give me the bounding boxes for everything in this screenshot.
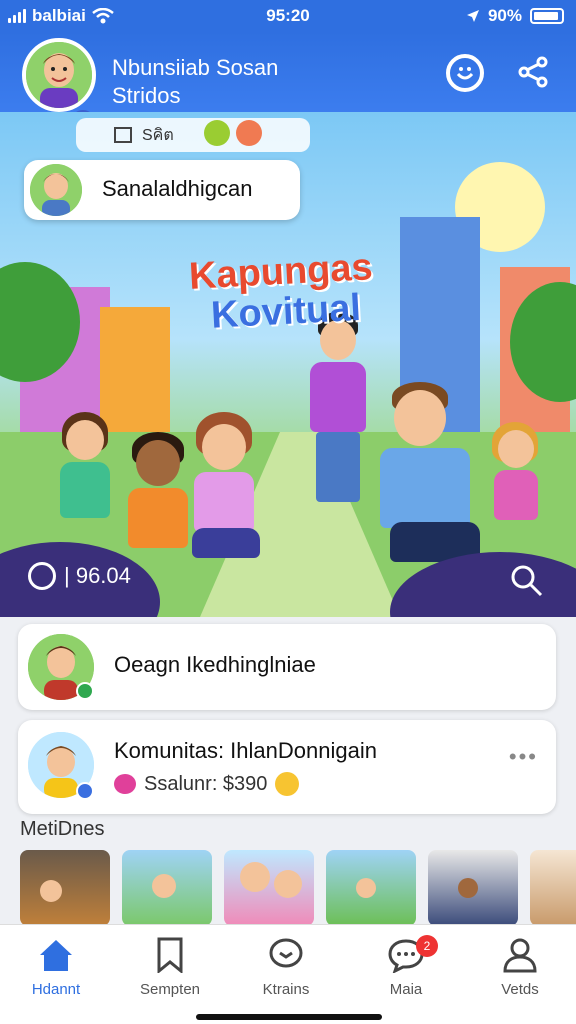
bookmark-icon: [157, 937, 183, 973]
media-thumbnails: [20, 850, 576, 926]
avatar[interactable]: [22, 38, 96, 112]
heart-icon: [114, 774, 136, 794]
share-icon: [518, 56, 548, 88]
tab-label: Vetds: [501, 981, 539, 998]
section-title: MetiDnes: [20, 818, 105, 840]
hero-title: Kapungas Kovitual: [188, 246, 376, 337]
list-item[interactable]: Komunitas: IhlanDonnigain Ssalunr: $390 …: [18, 720, 556, 814]
hero-banner[interactable]: Kapungas Kovitual Sคิต Sanalaldhigcan | …: [0, 112, 576, 617]
status-right: 90%: [466, 6, 564, 26]
notification-badge: 2: [416, 935, 438, 957]
thumbnail[interactable]: [122, 850, 212, 926]
mini-strip-label: Sคิต: [142, 126, 174, 144]
tab-label: Sempten: [139, 981, 201, 998]
smiley-icon: [456, 67, 474, 80]
thumbnail[interactable]: [428, 850, 518, 926]
tab-profile[interactable]: Vetds: [470, 935, 570, 998]
title-line-2: Stridos: [112, 83, 181, 108]
home-indicator[interactable]: [196, 1014, 382, 1020]
search-icon: [511, 565, 543, 597]
hero-counter: | 96.04: [28, 562, 131, 590]
title-line-1: Nbunsiiab Sosan: [112, 55, 279, 80]
tab-home[interactable]: Hdannt: [6, 935, 106, 998]
hero-search-button[interactable]: [508, 562, 544, 598]
battery-percent: 90%: [487, 6, 522, 25]
more-options-button[interactable]: •••: [509, 744, 538, 770]
profile-button[interactable]: [446, 54, 484, 92]
tab-label: Ktrains: [262, 981, 310, 998]
thumbnail[interactable]: [326, 850, 416, 926]
bottom-tab-bar: Hdannt Sempten Ktrains 2 Maia Vetds: [0, 924, 576, 1024]
chip-text: Sanalaldhigcan: [102, 176, 253, 201]
share-button[interactable]: [514, 54, 552, 92]
thumbnail[interactable]: [20, 850, 110, 926]
chat-bubble-icon: [269, 938, 303, 968]
music-badge-icon: [76, 782, 94, 800]
status-bar: balbiai 95:20 90%: [0, 0, 576, 32]
app-header: ♥ Nbunsiiab Sosan Stridos: [0, 32, 576, 136]
hero-mini-strip: Sคิต: [76, 118, 310, 152]
hero-title-line-2: Kovitual: [210, 286, 362, 337]
card-subtitle: Ssalunr: $390: [144, 772, 268, 795]
flag-icon: [114, 127, 132, 143]
avatar-face-icon: [26, 42, 92, 108]
card-subtitle-row: Ssalunr: $390: [114, 772, 300, 796]
hero-user-chip[interactable]: Sanalaldhigcan: [24, 160, 300, 220]
list-item[interactable]: Oeagn Ikedhinglniae: [18, 624, 556, 710]
online-badge-icon: [76, 682, 94, 700]
thumbnail[interactable]: [224, 850, 314, 926]
chip-avatar-face-icon: [30, 164, 82, 216]
counter-value: | 96.04: [64, 563, 131, 588]
orange-emoji-icon: [236, 120, 262, 146]
tab-label: Maia: [389, 981, 423, 998]
card-title: Oeagn Ikedhinglniae: [114, 652, 316, 677]
tab-saved[interactable]: Sempten: [120, 935, 220, 998]
person-icon: [503, 938, 537, 973]
card-title: Komunitas: IhlanDonnigain: [114, 738, 377, 763]
thumbnail[interactable]: [530, 850, 576, 926]
location-arrow-icon: [466, 10, 479, 22]
battery-icon: [530, 8, 564, 24]
smile-emoji-icon: [275, 772, 300, 796]
home-icon: [40, 940, 72, 971]
tab-label: Hdannt: [31, 981, 81, 998]
green-emoji-icon: [204, 120, 230, 146]
tab-messages[interactable]: 2 Maia: [356, 935, 456, 998]
timer-icon: [28, 562, 56, 590]
page-title: Nbunsiiab Sosan Stridos: [112, 54, 278, 110]
tab-chat[interactable]: Ktrains: [236, 935, 336, 998]
chip-avatar: [30, 164, 82, 216]
